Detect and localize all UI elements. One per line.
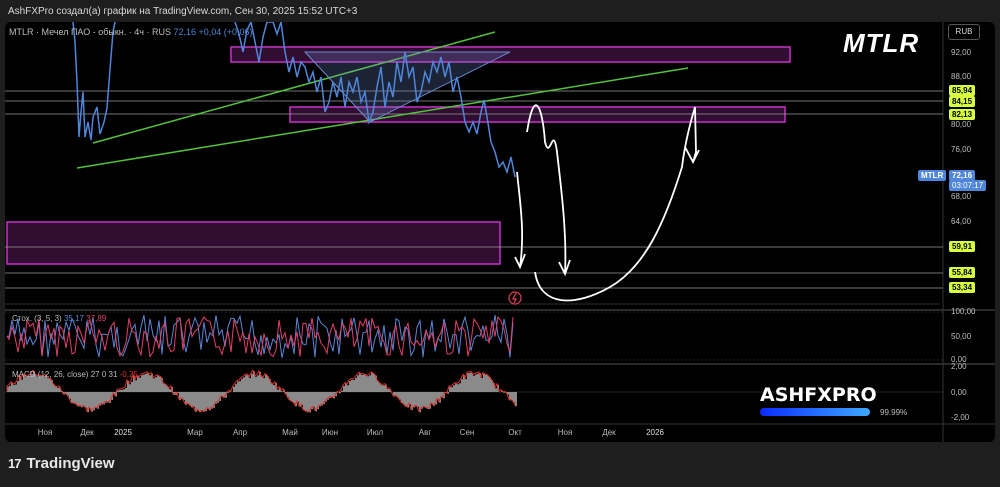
y-tick-label: 92,00 [951,48,972,57]
x-tick-label: Ноя [558,428,573,437]
projection-arrow [514,171,526,270]
legend-price: 72,16 [173,27,196,37]
alert-icon-bolt [512,292,517,304]
brand-progress-bar [760,408,870,416]
footer: 17 TradingView [8,455,115,472]
macd-values: 27 0 31 [90,370,118,379]
price-axis: 92,00 88,00 80,00 76,00 68,00 64,00 [951,48,972,226]
stoch-axis-label: 100,00 [951,307,976,316]
projection-curve [534,106,700,302]
brand-logo: ASHFXPRO [760,384,877,406]
x-tick-label: Июл [367,428,384,437]
y-tick-label: 68,00 [951,192,972,201]
time-axis: Ноя Дек 2025 Мар Апр Май Июн Июл Авг Сен Окт Ноя Дек… [38,428,665,437]
chart-svg[interactable]: 92,00 88,00 80,00 76,00 68,00 64,00 Ноя Дек 202… [5,22,995,442]
y-tick-label: 88,00 [951,72,972,81]
y-tick-label: 80,00 [951,120,972,129]
level-tag: 85,94 [949,85,976,96]
chart-legend: MTLR · Мечел ПАО - обыкн. · 4ч · RUS 72,… [9,27,253,37]
y-tick-label: 64,00 [951,217,972,226]
stoch-name: Стох. (3, 5, 3) [12,314,62,323]
x-tick-label: Сен [460,428,475,437]
x-tick-label: Авг [419,428,432,437]
x-tick-label: Дек [80,428,94,437]
level-tag: 84,15 [949,96,976,107]
price-tag-symbol: MTLR [918,170,947,181]
price-tag-countdown: 03:07:17 [949,180,987,191]
stoch-label: Стох. (3, 5, 3) 35,17 37,89 [12,314,106,323]
x-tick-label: Май [282,428,298,437]
level-tag: 55,84 [949,267,976,278]
macd-axis-label: 2,00 [951,362,967,371]
x-tick-label: Апр [233,428,248,437]
x-tick-label: Окт [508,428,522,437]
brand-percent: 99.99% [880,408,908,417]
macd-axis-label: 0,00 [951,388,967,397]
footer-brand: TradingView [26,455,115,472]
y-tick-label: 76,00 [951,145,972,154]
macd-label: MACD (12, 26, close) 27 0 31 -0,25 [12,370,138,379]
legend-symbol: MTLR · Мечел ПАО - обыкн. · 4ч · RUS [9,27,171,37]
chart-area[interactable]: 92,00 88,00 80,00 76,00 68,00 64,00 Ноя Дек 202… [5,22,995,442]
macd-axis: 2,00 0,00 -2,00 [951,362,970,422]
support-zone [6,221,501,265]
symbol-watermark: MTLR [843,28,920,58]
stoch-k-value: 35,17 [63,314,84,323]
chart-screenshot: AshFXPro создал(а) график на TradingView… [0,0,1000,487]
stoch-axis-label: 50,00 [951,332,972,341]
x-tick-label: 2025 [114,428,132,437]
level-tag: 59,91 [949,241,976,252]
macd-axis-label: -2,00 [951,413,970,422]
x-tick-label: Мар [187,428,203,437]
tradingview-logo-icon: 17 [8,456,22,471]
macd-name: MACD (12, 26, close) [12,370,89,379]
legend-change: +0,04 (+0,06) [198,27,253,37]
projection-path [526,104,571,277]
header-text: AshFXPro создал(а) график на TradingView… [8,6,358,17]
x-tick-label: Июн [322,428,338,437]
level-tag: 53,34 [949,282,976,293]
x-tick-label: Дек [602,428,616,437]
stoch-axis: 100,0050,000,00 [951,307,976,364]
level-tag: 82,13 [949,109,976,120]
macd-neg-value: -0,25 [119,370,138,379]
stoch-d-value: 37,89 [86,314,107,323]
currency-button[interactable]: RUB [948,24,980,40]
x-tick-label: Ноя [38,428,53,437]
x-tick-label: 2026 [646,428,664,437]
